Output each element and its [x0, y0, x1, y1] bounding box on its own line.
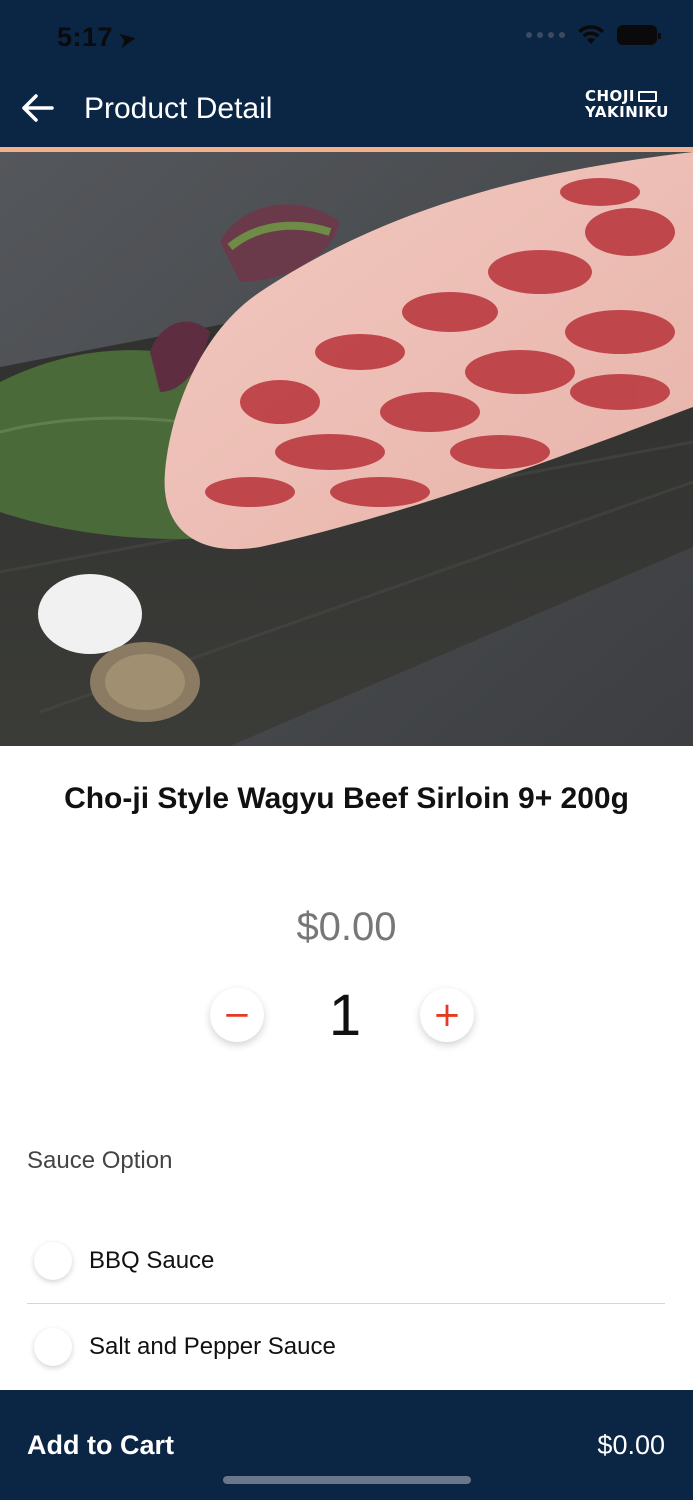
radio-button[interactable]: [34, 1328, 72, 1366]
signal-dots-icon: [526, 32, 565, 38]
brand-logo-line2: YAKINIKU: [585, 103, 669, 121]
sauce-option-label: Sauce Option: [27, 1147, 173, 1174]
product-price: $0.00: [296, 905, 397, 949]
plus-icon: +: [432, 995, 462, 1035]
product-name: Cho-ji Style Wagyu Beef Sirloin 9+ 200g: [64, 782, 629, 815]
sauce-option-salt-pepper[interactable]: Salt and Pepper Sauce: [27, 1304, 665, 1390]
decrease-quantity-button[interactable]: −: [210, 988, 264, 1042]
brand-logo-line1: CHOJI: [585, 87, 635, 105]
minus-icon: −: [222, 995, 252, 1035]
status-time: 5:17 ➤: [57, 22, 139, 53]
status-icons: [526, 24, 661, 46]
wifi-icon: [578, 25, 604, 44]
home-indicator: [223, 1476, 471, 1484]
quantity-value: 1: [328, 983, 362, 1048]
product-photo: [0, 152, 693, 746]
sauce-option-label-text: BBQ Sauce: [89, 1246, 215, 1274]
location-arrow-icon: ➤: [117, 27, 139, 53]
increase-quantity-button[interactable]: +: [420, 988, 474, 1042]
product-image: [0, 152, 693, 746]
back-arrow-icon[interactable]: [18, 88, 58, 128]
sauce-option-bbq[interactable]: BBQ Sauce: [27, 1218, 665, 1304]
radio-button[interactable]: [34, 1241, 72, 1280]
cart-total: $0.00: [597, 1430, 665, 1460]
battery-icon: [617, 25, 661, 45]
status-time-text: 5:17: [57, 22, 114, 52]
page-title: Product Detail: [84, 92, 273, 125]
add-to-cart-label: Add to Cart: [27, 1430, 174, 1460]
app-header: 5:17 ➤ Product Detail CHOJI YAKINIKU: [0, 0, 693, 147]
brand-logo: CHOJI YAKINIKU: [585, 87, 669, 121]
sauce-option-label-text: Salt and Pepper Sauce: [89, 1333, 336, 1360]
